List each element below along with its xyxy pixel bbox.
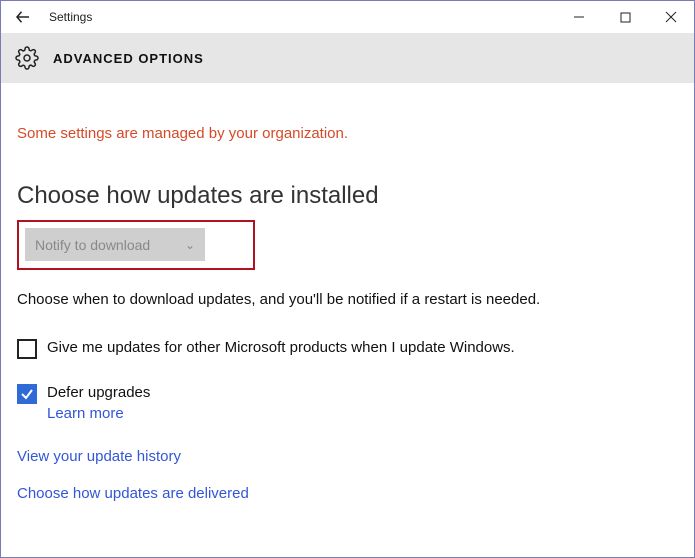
arrow-left-icon xyxy=(14,8,32,26)
view-update-history-link[interactable]: View your update history xyxy=(17,448,678,465)
links-section: View your update history Choose how upda… xyxy=(17,448,678,502)
window-title: Settings xyxy=(45,10,92,24)
content-area: Some settings are managed by your organi… xyxy=(1,83,694,518)
page-header: ADVANCED OPTIONS xyxy=(1,33,694,83)
annotation-highlight-box: Notify to download ⌄ xyxy=(17,220,255,270)
checkbox-other-products[interactable]: Give me updates for other Microsoft prod… xyxy=(17,338,678,359)
close-icon xyxy=(665,11,677,23)
maximize-button[interactable] xyxy=(602,1,648,33)
page-title: ADVANCED OPTIONS xyxy=(53,51,204,66)
minimize-icon xyxy=(573,11,585,23)
gear-icon xyxy=(15,46,39,70)
install-mode-dropdown: Notify to download ⌄ xyxy=(25,228,205,261)
checkbox-box xyxy=(17,384,37,404)
close-button[interactable] xyxy=(648,1,694,33)
defer-learn-more-link[interactable]: Learn more xyxy=(47,405,124,422)
updates-delivered-link[interactable]: Choose how updates are delivered xyxy=(17,485,678,502)
checkbox-box xyxy=(17,339,37,359)
checkbox-label: Defer upgrades xyxy=(47,384,150,401)
checkbox-label: Give me updates for other Microsoft prod… xyxy=(47,339,515,356)
install-mode-description: Choose when to download updates, and you… xyxy=(17,290,678,310)
dropdown-selected-label: Notify to download xyxy=(35,237,150,253)
section-heading: Choose how updates are installed xyxy=(17,182,678,210)
maximize-icon xyxy=(620,12,631,23)
title-bar: Settings xyxy=(1,1,694,33)
chevron-down-icon: ⌄ xyxy=(185,238,195,252)
minimize-button[interactable] xyxy=(556,1,602,33)
managed-by-org-message: Some settings are managed by your organi… xyxy=(17,125,678,142)
checkbox-defer-upgrades[interactable]: Defer upgrades Learn more xyxy=(17,383,678,424)
back-button[interactable] xyxy=(1,1,45,33)
